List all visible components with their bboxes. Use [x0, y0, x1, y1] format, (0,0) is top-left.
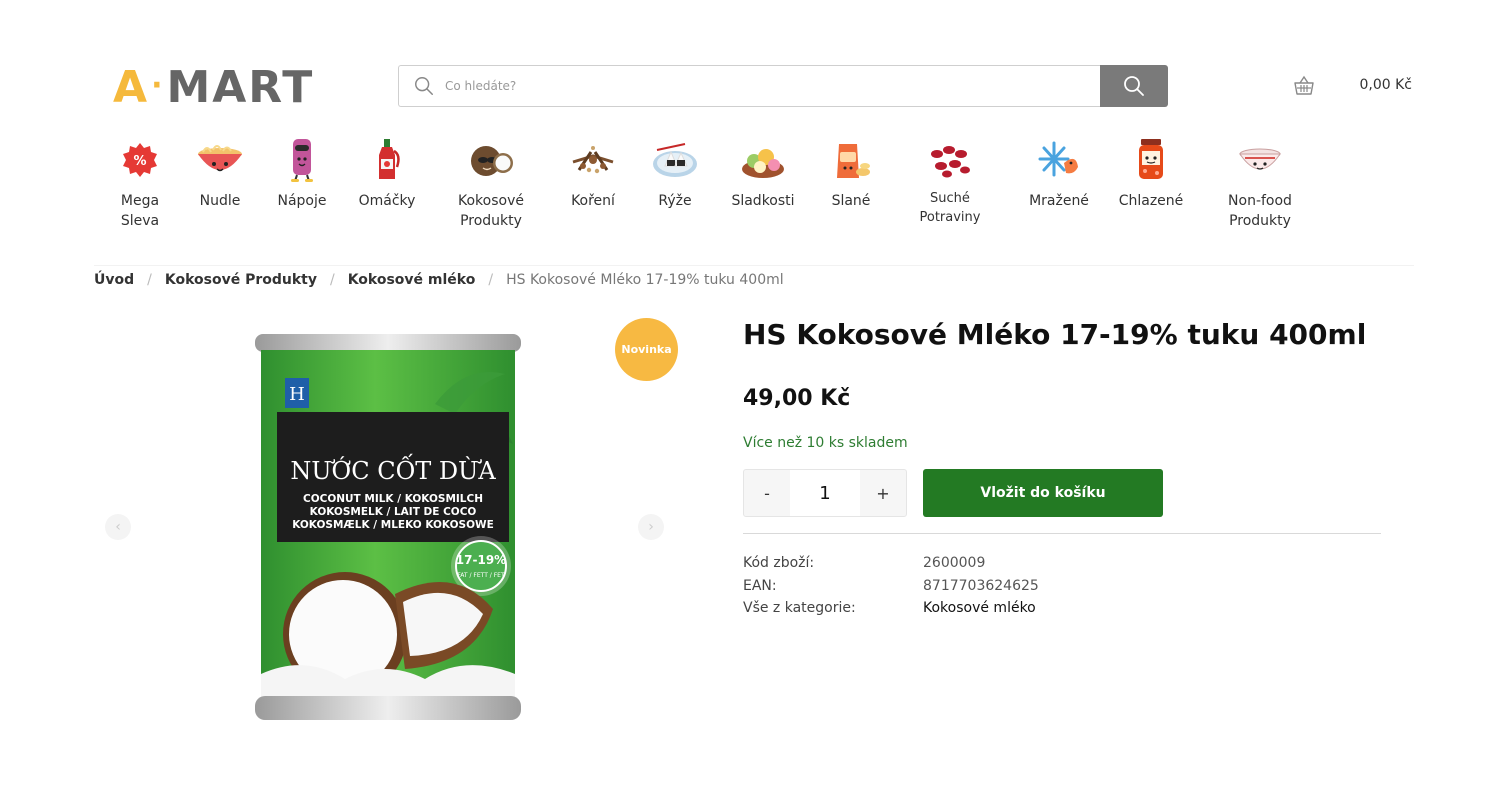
meta-category-link[interactable]: Kokosové mléko — [923, 600, 1036, 616]
category-kokosove-produkty[interactable]: Kokosové Produkty — [446, 135, 536, 231]
bowl-icon — [1235, 135, 1285, 185]
search-bar — [398, 65, 1168, 107]
category-label: Sladkosti — [731, 193, 795, 209]
logo-dot: · — [151, 67, 165, 103]
category-label: Kokosové Produkty — [458, 193, 524, 229]
stock-status: Více než 10 ks skladem — [743, 435, 908, 451]
breadcrumb-current: HS Kokosové Mléko 17-19% tuku 400ml — [506, 272, 784, 288]
category-sladkosti[interactable]: Sladkosti — [718, 135, 808, 211]
category-nav: % Mega Sleva Nudle Nápoje Omáčky Kokosov… — [95, 135, 1325, 235]
breadcrumb-separator: / — [329, 272, 335, 288]
product-price: 49,00 Kč — [743, 386, 851, 411]
category-label: Nápoje — [277, 193, 327, 209]
category-mega-sleva[interactable]: % Mega Sleva — [95, 135, 185, 231]
can-line-1: COCONUT MILK / KOKOSMILCH — [303, 493, 483, 505]
rice-plate-icon — [650, 135, 700, 185]
coconut-icon — [466, 135, 516, 185]
meta-row-ean: EAN: 8717703624625 — [743, 575, 1039, 598]
category-label: Koření — [571, 193, 615, 209]
category-ryze[interactable]: Rýže — [630, 135, 720, 211]
category-label: Omáčky — [358, 193, 416, 209]
gallery-prev-button[interactable]: ‹ — [105, 514, 131, 540]
basket-icon[interactable] — [1292, 74, 1316, 98]
quantity-input[interactable] — [790, 470, 860, 516]
quantity-decrease-button[interactable]: - — [744, 470, 790, 516]
category-slane[interactable]: Slané — [806, 135, 896, 211]
chevron-left-icon: ‹ — [115, 519, 121, 535]
breadcrumb-separator: / — [488, 272, 494, 288]
header-divider — [94, 265, 1414, 266]
category-label: Suché Potraviny — [919, 191, 981, 225]
breadcrumb-home[interactable]: Úvod — [94, 272, 134, 288]
category-label: Non-food Produkty — [1228, 193, 1292, 229]
frozen-shrimp-icon — [1034, 135, 1084, 185]
percent-tag-icon: % — [115, 135, 165, 185]
sauce-bottle-icon — [362, 135, 412, 185]
category-koreni[interactable]: Koření — [548, 135, 638, 211]
category-label: Mega Sleva — [120, 193, 160, 229]
category-label: Chlazené — [1118, 193, 1184, 209]
breadcrumb-kokosove-produkty[interactable]: Kokosové Produkty — [165, 272, 317, 288]
snack-bag-icon — [826, 135, 876, 185]
search-icon — [415, 77, 433, 95]
sweets-icon — [738, 135, 788, 185]
meta-value: 2600009 — [923, 555, 986, 572]
logo-letter-a: A — [113, 61, 150, 113]
meta-key: Vše z kategorie: — [743, 600, 856, 617]
breadcrumb-separator: / — [147, 272, 152, 288]
meta-row-code: Kód zboží: 2600009 — [743, 552, 1039, 575]
meta-row-category: Vše z kategorie: Kokosové mléko — [743, 597, 1039, 620]
can-brand-mark: H — [289, 384, 305, 405]
svg-text:%: % — [133, 154, 146, 169]
dried-goods-icon — [925, 135, 975, 185]
meta-key: Kód zboží: — [743, 555, 815, 572]
search-icon — [1124, 76, 1144, 96]
category-label: Rýže — [658, 193, 692, 209]
breadcrumb-kokosove-mleko[interactable]: Kokosové mléko — [348, 272, 476, 288]
new-badge: Novinka — [615, 318, 678, 381]
category-non-food-produkty[interactable]: Non-food Produkty — [1215, 135, 1305, 231]
product-gallery: ‹ › Novinka H NƯỚC CỐT DỪA COCONUT MILK … — [105, 318, 685, 738]
category-omacky[interactable]: Omáčky — [342, 135, 432, 211]
gallery-next-button[interactable]: › — [638, 514, 664, 540]
category-napoje[interactable]: Nápoje — [257, 135, 347, 211]
product-title: HS Kokosové Mléko 17-19% tuku 400ml — [743, 318, 1367, 351]
meta-value: 8717703624625 — [923, 577, 1039, 594]
category-mrazene[interactable]: Mražené — [1014, 135, 1104, 211]
meta-key: EAN: — [743, 577, 777, 594]
can-fat-sub: FAT / FETT / FET — [457, 572, 505, 579]
category-suche-potraviny[interactable]: Suché Potraviny — [905, 135, 995, 227]
category-label: Nudle — [199, 193, 241, 209]
search-input[interactable] — [445, 79, 1045, 93]
product-meta: Kód zboží: 2600009 EAN: 8717703624625 Vš… — [743, 552, 1039, 620]
category-label: Mražené — [1029, 193, 1089, 209]
can-headline: NƯỚC CỐT DỪA — [290, 453, 496, 485]
site-logo[interactable]: A · MART — [113, 61, 315, 113]
breadcrumb: Úvod / Kokosové Produkty / Kokosové mlék… — [94, 272, 784, 288]
drink-can-icon — [277, 135, 327, 185]
cart-total[interactable]: 0,00 Kč — [1350, 77, 1413, 93]
search-button[interactable] — [1100, 65, 1168, 107]
quantity-increase-button[interactable]: + — [860, 470, 906, 516]
add-to-cart-button[interactable]: Vložit do košíku — [923, 469, 1163, 517]
noodle-bowl-icon — [195, 135, 245, 185]
chevron-right-icon: › — [648, 519, 654, 535]
category-chlazene[interactable]: Chlazené — [1106, 135, 1196, 211]
category-nudle[interactable]: Nudle — [175, 135, 265, 211]
can-line-3: KOKOSMÆLK / MLEKO KOKOSOWE — [292, 519, 494, 531]
quantity-stepper: - + — [743, 469, 907, 517]
category-label: Slané — [831, 193, 871, 209]
logo-word-mart: MART — [166, 61, 315, 113]
jar-icon — [1126, 135, 1176, 185]
can-line-2: KOKOSMELK / LAIT DE COCO — [310, 506, 477, 518]
spices-icon — [568, 135, 618, 185]
can-fat-label: 17-19% — [456, 553, 506, 567]
search-box[interactable] — [398, 65, 1100, 107]
product-image[interactable]: H NƯỚC CỐT DỪA COCONUT MILK / KOKOSMILCH… — [255, 334, 521, 734]
info-divider — [743, 533, 1381, 534]
